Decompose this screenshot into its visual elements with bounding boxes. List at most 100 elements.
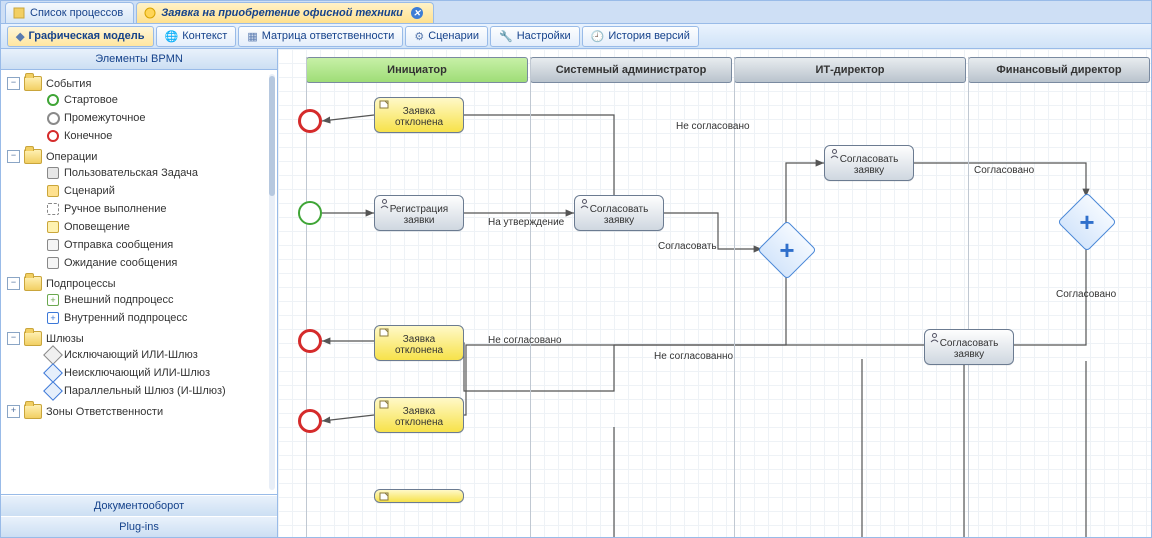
user-task[interactable]: Согласовать заявку bbox=[924, 329, 1014, 365]
end-event[interactable] bbox=[298, 409, 322, 433]
palette-item[interactable]: Оповещение bbox=[31, 220, 277, 234]
tree-group-label: Шлюзы bbox=[46, 333, 84, 345]
palette-icon bbox=[46, 93, 60, 107]
palette-item-label: Ожидание сообщения bbox=[64, 257, 177, 269]
palette-icon bbox=[46, 256, 60, 270]
palette-item-label: Сценарий bbox=[64, 185, 115, 197]
palette-item[interactable]: Промежуточное bbox=[31, 111, 277, 125]
sub-tab-3[interactable]: ⚙Сценарии bbox=[405, 26, 488, 47]
tree-group-label: Зоны Ответственности bbox=[46, 406, 163, 418]
sub-tab-5[interactable]: 🕘История версий bbox=[582, 26, 699, 47]
sidebar-section-1[interactable]: Plug-ins bbox=[1, 516, 277, 537]
sub-tab-label: Матрица ответственности bbox=[262, 30, 395, 42]
palette-item-label: Внутренний подпроцесс bbox=[64, 312, 187, 324]
process-icon bbox=[143, 6, 157, 20]
lane-separator bbox=[968, 57, 969, 537]
tree-group-3[interactable]: − Шлюзы bbox=[7, 331, 277, 346]
script-task[interactable] bbox=[374, 489, 464, 503]
palette-icon bbox=[46, 311, 60, 325]
user-icon bbox=[578, 198, 590, 208]
toggle-icon[interactable]: − bbox=[7, 332, 20, 345]
sub-tab-0[interactable]: ◆Графическая модель bbox=[7, 26, 154, 47]
lane-separator bbox=[530, 57, 531, 537]
sub-tab-label: Настройки bbox=[517, 30, 571, 42]
wrench-icon: 🔧 bbox=[499, 30, 513, 43]
palette-item[interactable]: Отправка сообщения bbox=[31, 238, 277, 252]
toggle-icon[interactable]: − bbox=[7, 150, 20, 163]
user-icon bbox=[378, 198, 390, 208]
lane-header-0[interactable]: Инициатор bbox=[306, 57, 528, 83]
tree-group-1[interactable]: − Операции bbox=[7, 149, 277, 164]
palette-item[interactable]: Стартовое bbox=[31, 93, 277, 107]
bpmn-palette-tree: −СобытияСтартовоеПромежуточноеКонечное−О… bbox=[1, 74, 277, 421]
palette-icon bbox=[46, 220, 60, 234]
note-icon bbox=[378, 100, 390, 110]
palette-item[interactable]: Параллельный Шлюз (И-Шлюз) bbox=[31, 384, 277, 398]
end-event[interactable] bbox=[298, 109, 322, 133]
tree-group-label: События bbox=[46, 78, 91, 90]
top-tab-0[interactable]: Список процессов bbox=[5, 2, 134, 23]
tree-group-4[interactable]: + Зоны Ответственности bbox=[7, 404, 277, 419]
sub-tab-4[interactable]: 🔧 Настройки bbox=[490, 26, 580, 47]
toggle-icon[interactable]: + bbox=[7, 405, 20, 418]
sidebar-footer: ДокументооборотPlug-ins bbox=[1, 494, 277, 537]
palette-item[interactable]: Внешний подпроцесс bbox=[31, 293, 277, 307]
sub-tab-2[interactable]: ▦ Матрица ответственности bbox=[238, 26, 403, 47]
task-label: Согласовать заявку bbox=[931, 334, 1007, 360]
folder-icon bbox=[24, 149, 42, 164]
palette-item[interactable]: Внутренний подпроцесс bbox=[31, 311, 277, 325]
tree-group-label: Операции bbox=[46, 151, 97, 163]
lane-header-2[interactable]: ИТ-директор bbox=[734, 57, 966, 83]
tree-group-2[interactable]: − Подпроцессы bbox=[7, 276, 277, 291]
palette-item-label: Оповещение bbox=[64, 221, 130, 233]
palette-item[interactable]: Ожидание сообщения bbox=[31, 256, 277, 270]
sub-tab-1[interactable]: 🌐Контекст bbox=[156, 26, 237, 47]
tree-group-0[interactable]: − События bbox=[7, 76, 277, 91]
palette-item[interactable]: Ручное выполнение bbox=[31, 202, 277, 216]
sub-tab-label: Графическая модель bbox=[28, 30, 144, 42]
palette-icon bbox=[46, 384, 60, 398]
lane-header-1[interactable]: Системный администратор bbox=[530, 57, 732, 83]
sub-tab-label: Сценарии bbox=[428, 30, 479, 42]
parallel-gateway[interactable]: + bbox=[757, 220, 816, 279]
matrix-icon: ▦ bbox=[247, 30, 257, 43]
end-event[interactable] bbox=[298, 329, 322, 353]
palette-icon bbox=[46, 111, 60, 125]
note-icon bbox=[378, 492, 390, 502]
list-icon bbox=[12, 6, 26, 20]
sub-tab-label: История версий bbox=[608, 30, 689, 42]
diagram-canvas[interactable]: ИнициаторСистемный администраторИТ-дирек… bbox=[278, 49, 1151, 537]
palette-item[interactable]: Неисключающий ИЛИ-Шлюз bbox=[31, 366, 277, 380]
palette-item[interactable]: Сценарий bbox=[31, 184, 277, 198]
lane-header-3[interactable]: Финансовый директор bbox=[968, 57, 1150, 83]
start-event[interactable] bbox=[298, 201, 322, 225]
palette-item[interactable]: Конечное bbox=[31, 129, 277, 143]
palette-item-label: Исключающий ИЛИ-Шлюз bbox=[64, 349, 198, 361]
toggle-icon[interactable]: − bbox=[7, 77, 20, 90]
user-task[interactable]: Согласовать заявку bbox=[824, 145, 914, 181]
palette-item-label: Ручное выполнение bbox=[64, 203, 166, 215]
parallel-gateway[interactable]: + bbox=[1057, 192, 1116, 251]
tree-group-label: Подпроцессы bbox=[46, 278, 116, 290]
script-task[interactable]: Заявка отклонена bbox=[374, 97, 464, 133]
note-icon bbox=[378, 328, 390, 338]
palette-item[interactable]: Пользовательская Задача bbox=[31, 166, 277, 180]
folder-icon bbox=[24, 331, 42, 346]
task-label: Заявка отклонена bbox=[381, 330, 457, 356]
top-tab-1[interactable]: Заявка на приобретение офисной техники✕ bbox=[136, 2, 434, 23]
sidebar-scrollbar[interactable] bbox=[269, 74, 275, 490]
script-task[interactable]: Заявка отклонена bbox=[374, 397, 464, 433]
user-task[interactable]: Согласовать заявку bbox=[574, 195, 664, 231]
user-task[interactable]: Регистрация заявки bbox=[374, 195, 464, 231]
user-icon bbox=[928, 332, 940, 342]
palette-item[interactable]: Исключающий ИЛИ-Шлюз bbox=[31, 348, 277, 362]
close-icon[interactable]: ✕ bbox=[411, 7, 423, 19]
folder-icon bbox=[24, 76, 42, 91]
task-label: Заявка отклонена bbox=[381, 102, 457, 128]
task-label bbox=[381, 494, 457, 498]
palette-item-label: Внешний подпроцесс bbox=[64, 294, 174, 306]
script-task[interactable]: Заявка отклонена bbox=[374, 325, 464, 361]
sub-tabs: ◆Графическая модель🌐Контекст ▦ Матрица отв… bbox=[1, 24, 1151, 49]
toggle-icon[interactable]: − bbox=[7, 277, 20, 290]
sidebar-section-0[interactable]: Документооборот bbox=[1, 495, 277, 516]
